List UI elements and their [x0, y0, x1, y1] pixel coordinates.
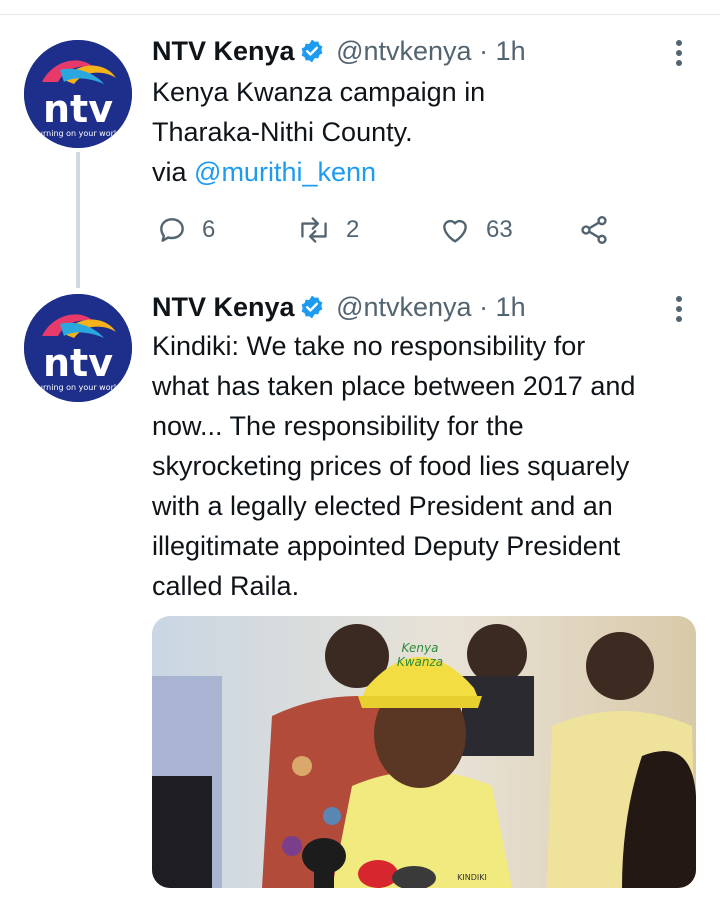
- cap-text: Kenya: [402, 641, 439, 655]
- tweet-text-line: Kenya Kwanza campaign in: [152, 77, 486, 107]
- ntv-logo-text: ntv: [43, 341, 113, 385]
- ntv-logo-icon: ntv turning on your world: [24, 40, 132, 148]
- tweet-header: NTV Kenya @ntvkenya · 1h: [152, 290, 526, 324]
- retweet-count: 2: [346, 216, 360, 243]
- tweet-text-line: skyrocketing prices of food lies squarel…: [152, 451, 630, 481]
- tweet-text-line: illegitimate appointed Deputy President: [152, 531, 621, 561]
- verified-badge-icon: [299, 294, 325, 320]
- avatar[interactable]: ntv turning on your world: [24, 40, 132, 148]
- reply-button[interactable]: 6: [156, 210, 215, 250]
- retweet-button[interactable]: 2: [296, 210, 359, 250]
- like-icon: [443, 219, 467, 243]
- author-handle[interactable]: @ntvkenya: [336, 36, 471, 66]
- share-button[interactable]: [578, 210, 624, 250]
- tweet-text-line: Kindiki: We take no responsibility for: [152, 331, 586, 361]
- ntv-logo-icon: ntv turning on your world: [24, 294, 132, 402]
- verified-badge-icon: [299, 38, 325, 64]
- avatar[interactable]: ntv turning on your world: [24, 294, 132, 402]
- shirt-text: KINDIKI: [457, 873, 487, 882]
- more-options-icon[interactable]: [670, 294, 688, 324]
- tweet-text-line: what has taken place between 2017 and: [152, 371, 636, 401]
- tweet-header: NTV Kenya @ntvkenya · 1h: [152, 34, 526, 68]
- tweet-1[interactable]: ntv turning on your world NTV Kenya @ntv…: [0, 0, 720, 290]
- tweet-text-line: now... The responsibility for the: [152, 411, 524, 441]
- more-options-icon[interactable]: [670, 38, 688, 68]
- author-handle[interactable]: @ntvkenya: [336, 292, 471, 322]
- tweet-actions: 6 2 63: [152, 210, 632, 250]
- author-name[interactable]: NTV Kenya: [152, 292, 295, 322]
- thread-connector: [76, 152, 80, 288]
- reply-icon: [160, 218, 184, 242]
- tweet-photo[interactable]: Kenya Kwanza KINDIKI: [152, 616, 696, 888]
- tweet-text-line: with a legally elected President and an: [152, 491, 613, 521]
- like-button[interactable]: 63: [438, 210, 513, 250]
- tweet-text-line: called Raila.: [152, 571, 300, 601]
- reply-count: 6: [202, 216, 216, 243]
- ntv-tagline: turning on your world: [35, 129, 121, 138]
- tweet-timestamp[interactable]: · 1h: [479, 36, 526, 66]
- via-prefix: via: [152, 157, 195, 187]
- mention-link[interactable]: @murithi_kenn: [194, 157, 376, 187]
- author-name[interactable]: NTV Kenya: [152, 36, 295, 66]
- ntv-logo-text: ntv: [43, 87, 113, 131]
- tweet-timestamp[interactable]: · 1h: [479, 292, 526, 322]
- like-count: 63: [486, 216, 513, 243]
- press-conference-image: Kenya Kwanza KINDIKI: [152, 616, 696, 888]
- tweet-text: Kenya Kwanza campaign in Tharaka-Nithi C…: [152, 72, 702, 192]
- ntv-tagline: turning on your world: [35, 383, 121, 392]
- tweet-text: Kindiki: We take no responsibility for w…: [152, 326, 702, 606]
- share-icon: [581, 216, 607, 244]
- retweet-icon: [301, 217, 327, 243]
- cap-text: Kwanza: [397, 655, 443, 669]
- via-line: via @murithi_kenn: [152, 152, 702, 192]
- tweet-text-line: Tharaka-Nithi County.: [152, 117, 413, 147]
